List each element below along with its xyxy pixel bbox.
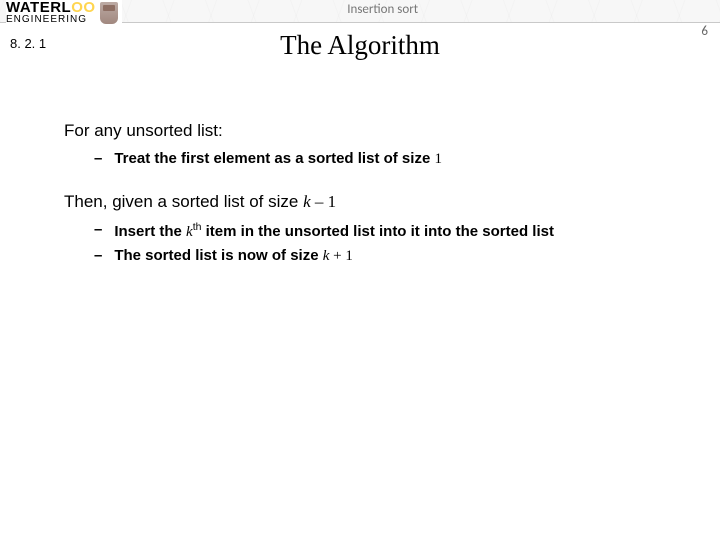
b2-var: k — [186, 224, 193, 240]
b3a: The sorted list is now of size — [114, 247, 322, 264]
bullet-2: – Insert the kth item in the unsorted li… — [94, 220, 680, 242]
b2b: item in the unsorted list into it into t… — [201, 223, 554, 240]
bullet-group-2: – Insert the kth item in the unsorted li… — [94, 220, 680, 267]
paragraph-2: Then, given a sorted list of size k – 1 — [64, 191, 680, 214]
bullet-1-size: 1 — [434, 151, 442, 167]
p2-num: 1 — [328, 192, 337, 211]
bullet-1a: Treat the first element as a sorted list… — [114, 150, 434, 167]
bullet-dash: – — [94, 246, 102, 266]
bullet-dash: – — [94, 220, 102, 242]
paragraph-1: For any unsorted list: — [64, 120, 680, 143]
p2a: Then, given a sorted list of size — [64, 192, 303, 211]
slide-header: WATERLOO ENGINEERING Insertion sort — [0, 0, 720, 22]
slide-body: For any unsorted list: – Treat the first… — [64, 120, 680, 289]
b3-op: + — [329, 248, 345, 264]
page-number: 6 — [701, 24, 708, 39]
b2a: Insert the — [114, 223, 186, 240]
bullet-1-text: Treat the first element as a sorted list… — [114, 149, 442, 169]
p2-op: – — [311, 192, 328, 211]
section-number: 8. 2. 1 — [10, 36, 46, 51]
b3-num: 1 — [345, 248, 353, 264]
bullet-3-text: The sorted list is now of size k + 1 — [114, 246, 353, 266]
wordmark: WATERLOO ENGINEERING — [6, 0, 96, 25]
crest-icon — [100, 2, 118, 24]
bullet-group-1: – Treat the first element as a sorted li… — [94, 149, 680, 169]
slide-title: The Algorithm — [280, 30, 440, 61]
slide-subject: Insertion sort — [347, 2, 418, 17]
brand-bottom: ENGINEERING — [6, 15, 96, 25]
p2-var: k — [303, 192, 311, 211]
bullet-3: – The sorted list is now of size k + 1 — [94, 246, 680, 266]
bullet-2-text: Insert the kth item in the unsorted list… — [114, 220, 554, 242]
bullet-1: – Treat the first element as a sorted li… — [94, 149, 680, 169]
bullet-dash: – — [94, 149, 102, 169]
brand-top: WATERLOO — [6, 0, 96, 15]
waterloo-logo: WATERLOO ENGINEERING — [6, 0, 122, 25]
